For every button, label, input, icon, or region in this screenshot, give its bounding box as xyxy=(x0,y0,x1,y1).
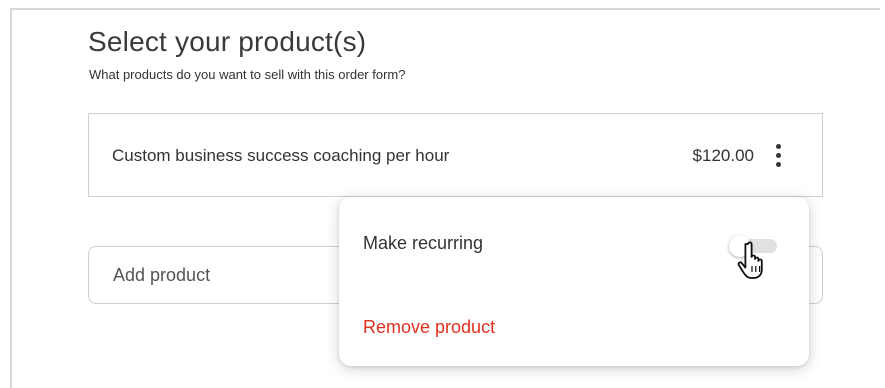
add-product-placeholder: Add product xyxy=(113,265,211,285)
hand-cursor-icon xyxy=(737,240,773,280)
product-price: $120.00 xyxy=(692,146,754,165)
more-vertical-icon[interactable] xyxy=(774,142,782,170)
menu-item-make-recurring[interactable]: Make recurring xyxy=(363,233,483,254)
page-title: Select your product(s) xyxy=(88,26,367,57)
product-row: Custom business success coaching per hou… xyxy=(88,113,823,197)
page-subtitle: What products do you want to sell with t… xyxy=(89,67,406,82)
product-options-menu: Make recurring Remove product xyxy=(339,197,809,366)
menu-item-remove-product[interactable]: Remove product xyxy=(363,317,495,338)
product-name: Custom business success coaching per hou… xyxy=(112,146,450,165)
